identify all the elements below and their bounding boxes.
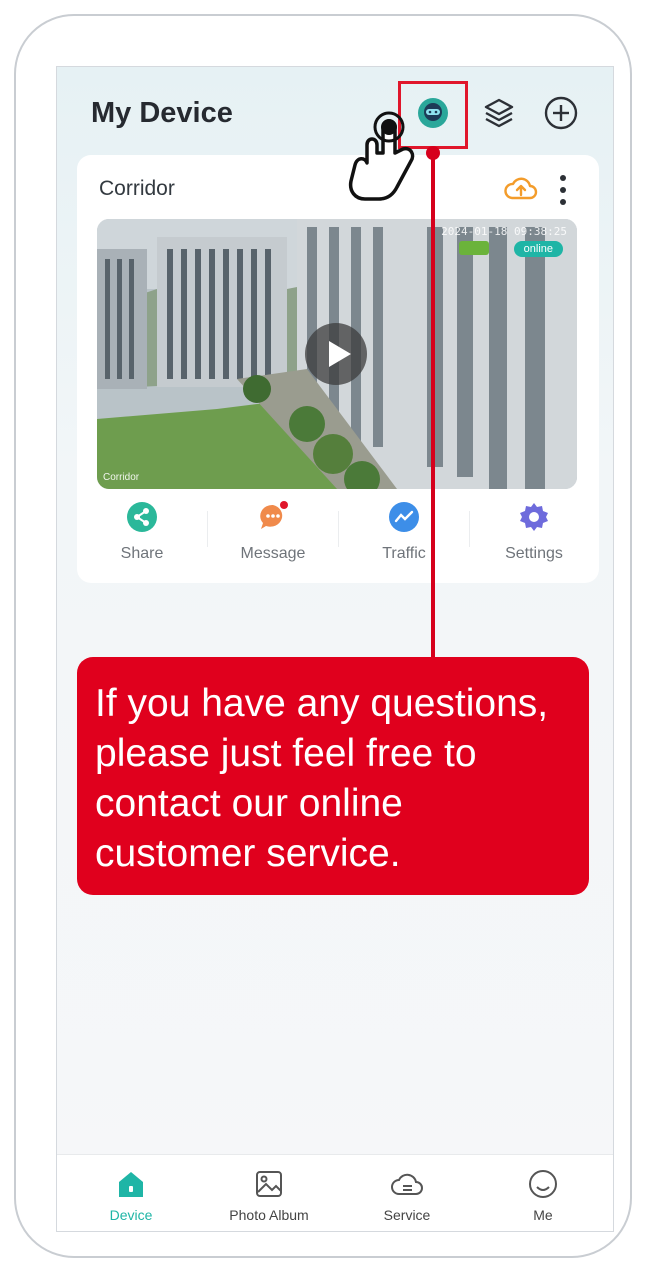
- device-actions: Share Message Traffic Settings: [77, 501, 599, 571]
- tab-me[interactable]: Me: [483, 1167, 603, 1223]
- traffic-button[interactable]: Traffic: [339, 501, 469, 563]
- settings-label: Settings: [505, 545, 563, 562]
- tab-photo-album-label: Photo Album: [229, 1207, 309, 1223]
- bottom-tab-bar: Device Photo Album Service Me: [57, 1154, 613, 1231]
- device-name: Corridor: [99, 177, 175, 200]
- tooltip-line-2: please just feel free to: [95, 732, 477, 775]
- more-vertical-icon[interactable]: [553, 173, 573, 207]
- message-label: Message: [240, 545, 306, 562]
- tooltip-line-1: If you have any questions,: [95, 682, 549, 725]
- share-label: Share: [120, 545, 164, 562]
- home-icon: [114, 1167, 148, 1201]
- tab-device-label: Device: [109, 1207, 153, 1223]
- help-tooltip: If you have any questions, please just f…: [77, 657, 589, 895]
- gear-icon: [518, 501, 550, 533]
- tooltip-connector: [431, 151, 435, 659]
- share-button[interactable]: Share: [77, 501, 207, 563]
- tab-service[interactable]: Service: [347, 1167, 467, 1223]
- page-title: My Device: [91, 97, 233, 129]
- play-button[interactable]: [305, 323, 367, 385]
- message-button[interactable]: Message: [208, 501, 338, 563]
- tooltip-line-4: customer service.: [95, 832, 401, 875]
- add-circle-icon[interactable]: [543, 95, 579, 131]
- layers-icon[interactable]: [481, 95, 517, 131]
- camera-overlay-label: Corridor: [103, 472, 140, 483]
- settings-button[interactable]: Settings: [469, 501, 599, 563]
- traffic-icon: [388, 501, 420, 533]
- tab-device[interactable]: Device: [71, 1167, 191, 1223]
- signal-badge: [459, 241, 489, 255]
- tab-me-label: Me: [533, 1207, 553, 1223]
- smile-icon: [526, 1167, 560, 1201]
- tooltip-line-3: contact our online: [95, 782, 403, 825]
- header: My Device: [57, 67, 613, 159]
- preview-timestamp: 2024-01-18 09:38:25: [441, 225, 567, 238]
- tooltip-connector-dot: [426, 146, 440, 160]
- tab-service-label: Service: [383, 1207, 431, 1223]
- app-screen: My Device Corridor 2024-01-18 09:38:25 o…: [56, 66, 614, 1232]
- camera-preview[interactable]: 2024-01-18 09:38:25 online Corridor: [97, 219, 577, 489]
- traffic-label: Traffic: [382, 545, 426, 562]
- pointing-hand-icon: [343, 107, 423, 203]
- cloud-upload-icon[interactable]: [503, 173, 539, 203]
- message-icon: [257, 501, 289, 533]
- cloud-icon: [390, 1167, 424, 1201]
- tab-photo-album[interactable]: Photo Album: [209, 1167, 329, 1223]
- share-icon: [126, 501, 158, 533]
- status-badge: online: [513, 241, 563, 257]
- photo-icon: [252, 1167, 286, 1201]
- device-card[interactable]: Corridor 2024-01-18 09:38:25 online Corr…: [77, 155, 599, 583]
